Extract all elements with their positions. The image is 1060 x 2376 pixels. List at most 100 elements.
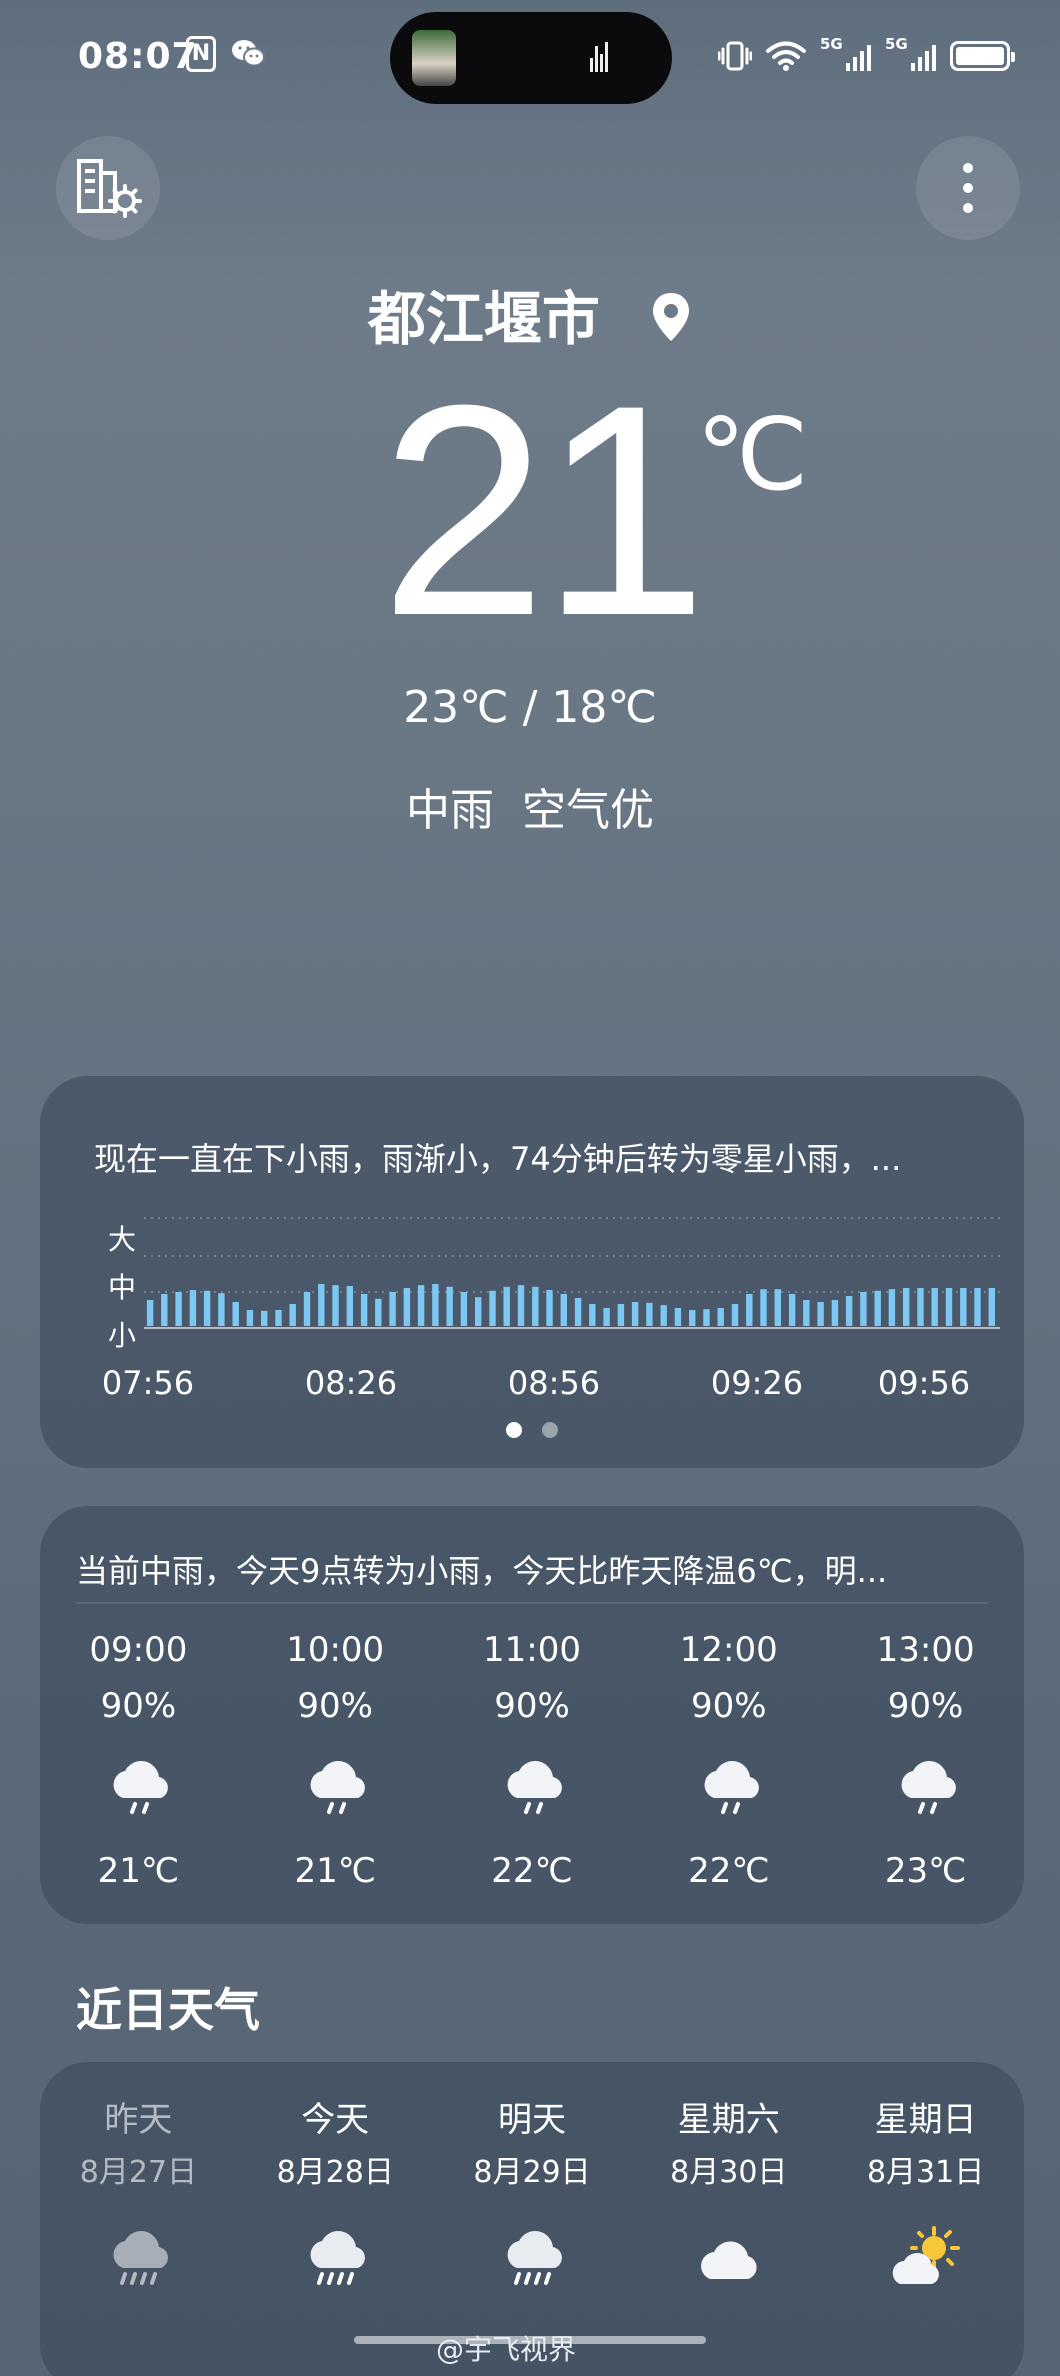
divider xyxy=(76,1602,988,1604)
rain-bar xyxy=(845,1296,853,1326)
daily-item[interactable]: 明天 8月29日 xyxy=(434,2092,631,2314)
time-tick: 08:26 xyxy=(304,1364,398,1402)
city-manage-button[interactable] xyxy=(56,136,160,240)
precip-chance: 90% xyxy=(691,1686,767,1726)
hour-time: 10:00 xyxy=(286,1630,385,1670)
time-tick: 07:56 xyxy=(101,1364,195,1402)
temperature-unit: ℃ xyxy=(696,399,809,511)
hourly-item[interactable]: 12:00 90% 22℃ xyxy=(630,1624,827,1914)
rain-bar xyxy=(903,1288,910,1326)
precip-chance: 90% xyxy=(297,1686,373,1726)
rain-bar xyxy=(246,1310,254,1326)
daily-item[interactable]: 星期日 8月31日 xyxy=(827,2092,1024,2314)
hourly-item[interactable]: 11:00 90% 22℃ xyxy=(434,1624,631,1914)
page-indicator[interactable] xyxy=(40,1422,1024,1442)
rain-bar xyxy=(175,1292,182,1326)
rain-bar xyxy=(332,1285,339,1326)
signal-icon-2: 5G xyxy=(885,35,936,71)
rain-bar xyxy=(831,1300,839,1326)
rain-bar xyxy=(631,1302,639,1326)
rain-bar xyxy=(189,1290,197,1326)
precip-chance: 90% xyxy=(494,1686,570,1726)
air-quality[interactable]: 空气优 xyxy=(522,785,654,836)
weather-condition: 中雨 xyxy=(406,785,494,836)
rain-bar xyxy=(261,1310,268,1326)
rain-intensity-chart xyxy=(144,1217,1000,1329)
day-name: 明天 xyxy=(497,2100,566,2140)
rain-bar xyxy=(617,1304,625,1326)
nfc-icon: N xyxy=(186,36,216,72)
rain-bar xyxy=(446,1286,453,1326)
hour-temp: 21℃ xyxy=(97,1851,180,1891)
moderate-rain-icon xyxy=(495,2204,569,2314)
rain-bar xyxy=(603,1308,610,1326)
rain-bar xyxy=(375,1298,382,1326)
hourly-list[interactable]: 09:00 90% 21℃ 10:00 90% 21℃ 11:00 90% 22℃ 12:00 90… xyxy=(40,1624,1024,1914)
more-options-button[interactable] xyxy=(916,136,1020,240)
wifi-icon xyxy=(766,41,806,71)
rain-bar xyxy=(574,1298,582,1326)
rain-bar xyxy=(389,1292,396,1326)
network-label-2: 5G xyxy=(885,35,908,53)
daily-item[interactable]: 昨天 8月27日 xyxy=(40,2092,237,2314)
audio-wave-icon xyxy=(590,42,612,74)
rain-bar xyxy=(532,1286,539,1326)
rain-bar xyxy=(589,1304,596,1326)
hour-temp: 21℃ xyxy=(294,1851,376,1891)
rain-bar xyxy=(218,1293,225,1326)
dynamic-island[interactable] xyxy=(390,12,672,104)
daily-item[interactable]: 今天 8月28日 xyxy=(237,2092,434,2314)
day-date: 8月29日 xyxy=(473,2155,591,2190)
media-thumbnail xyxy=(412,30,456,86)
rain-bar xyxy=(275,1310,282,1326)
rain-bar xyxy=(760,1289,767,1326)
rain-bar xyxy=(917,1288,924,1326)
day-name: 昨天 xyxy=(104,2100,173,2140)
light-rain-icon xyxy=(889,1732,963,1842)
rain-forecast-card[interactable]: 现在一直在下小雨，雨渐小，74分钟后转为零星小雨，... 大 中 小 07:56… xyxy=(40,1076,1024,1468)
rain-bar xyxy=(746,1294,753,1326)
rain-bar xyxy=(161,1294,168,1326)
daily-list[interactable]: 昨天 8月27日 今天 8月28日 明天 8月29日 星期六 8月30日 星期日 8月31日 xyxy=(40,2092,1024,2314)
vibrate-icon xyxy=(718,41,752,71)
hourly-summary: 当前中雨，今天9点转为小雨，今天比昨天降温6℃，明... xyxy=(76,1552,888,1590)
time-tick: 09:56 xyxy=(877,1364,971,1402)
precip-chance: 90% xyxy=(887,1686,964,1726)
page-dot-active[interactable] xyxy=(506,1422,522,1438)
rain-bar xyxy=(403,1288,411,1326)
rain-bar xyxy=(232,1302,239,1326)
rain-bar xyxy=(432,1284,439,1326)
status-bar: 08:07 N 5G 5G xyxy=(0,0,1060,110)
daily-item[interactable]: 星期六 8月30日 xyxy=(630,2092,827,2314)
hour-temp: 23℃ xyxy=(884,1851,967,1891)
rain-bar xyxy=(931,1288,938,1326)
rain-bar xyxy=(303,1292,311,1326)
watermark: @宇飞视界 xyxy=(436,2333,577,2366)
rain-bar xyxy=(417,1285,425,1326)
hourly-item[interactable]: 13:00 90% 23℃ xyxy=(827,1624,1024,1914)
intensity-labels: 大 中 小 xyxy=(108,1216,136,1360)
day-name: 星期六 xyxy=(677,2100,780,2140)
hour-time: 13:00 xyxy=(876,1630,975,1670)
battery-icon xyxy=(950,41,1015,71)
section-title-daily: 近日天气 xyxy=(76,1983,260,2037)
wechat-icon xyxy=(230,38,266,75)
rain-bar xyxy=(146,1300,154,1326)
hour-time: 11:00 xyxy=(483,1630,581,1670)
hourly-item[interactable]: 10:00 90% 21℃ xyxy=(237,1624,434,1914)
rain-bar xyxy=(874,1290,881,1326)
light-rain-icon xyxy=(495,1732,569,1842)
rain-bar xyxy=(788,1294,796,1326)
rain-bar xyxy=(731,1304,739,1326)
day-date: 8月28日 xyxy=(276,2155,394,2190)
rain-bar xyxy=(689,1310,696,1326)
hourly-forecast-card[interactable]: 当前中雨，今天9点转为小雨，今天比昨天降温6℃，明... 09:00 90% 21℃… xyxy=(40,1506,1024,1924)
rain-bar xyxy=(318,1284,325,1326)
rain-summary: 现在一直在下小雨，雨渐小，74分钟后转为零星小雨，... xyxy=(94,1140,902,1178)
rain-bar xyxy=(546,1290,553,1326)
hourly-item[interactable]: 09:00 90% 21℃ xyxy=(40,1624,237,1914)
more-vertical-icon xyxy=(963,163,973,213)
page-dot[interactable] xyxy=(542,1422,558,1438)
hour-temp: 22℃ xyxy=(491,1851,573,1891)
light-rain-icon xyxy=(101,1732,175,1842)
